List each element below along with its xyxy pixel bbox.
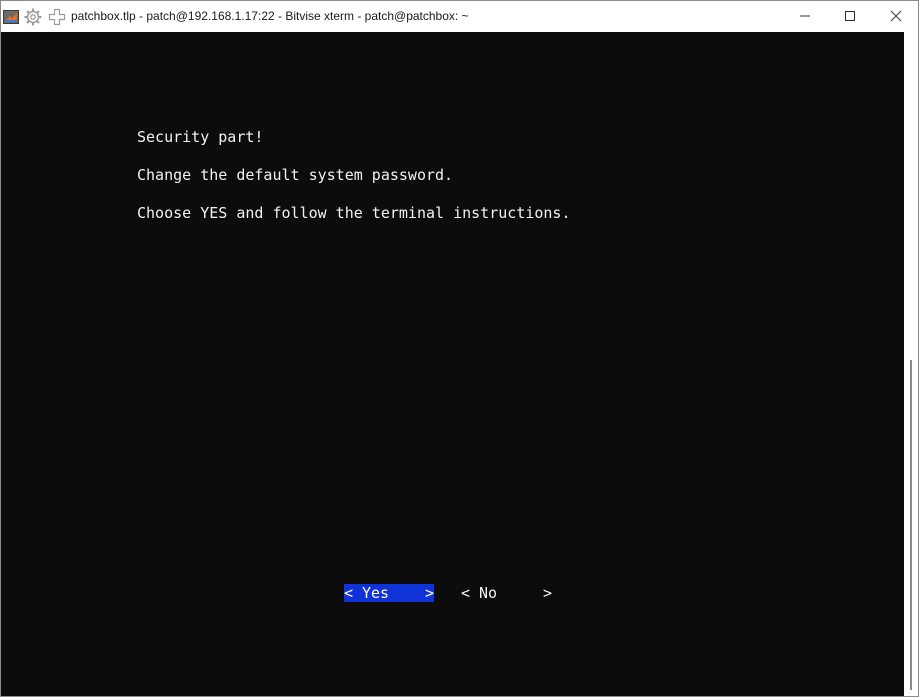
dialog-heading: Security part! <box>137 128 264 146</box>
window-title: patchbox.tlp - patch@192.168.1.17:22 - B… <box>71 9 469 23</box>
no-label: No <box>479 584 498 602</box>
plus-icon[interactable] <box>48 8 66 26</box>
minimize-icon <box>799 7 811 26</box>
terminal-window: patchbox.tlp - patch@192.168.1.17:22 - B… <box>0 0 919 697</box>
dialog-instruction: Choose YES and follow the terminal instr… <box>137 204 571 222</box>
scrollbar-thumb[interactable] <box>910 360 912 690</box>
app-icon[interactable] <box>2 8 20 26</box>
yes-open-bracket: < <box>344 584 354 602</box>
vertical-scrollbar[interactable] <box>904 32 918 696</box>
no-close-bracket: > <box>542 584 552 602</box>
title-bar[interactable]: patchbox.tlp - patch@192.168.1.17:22 - B… <box>1 1 918 32</box>
terminal-area[interactable]: Security part! Change the default system… <box>1 32 904 696</box>
no-open-bracket: < <box>461 584 471 602</box>
no-button[interactable]: < No > <box>461 584 553 602</box>
dialog-message: Change the default system password. <box>137 166 454 184</box>
yes-label: Yes <box>362 584 390 602</box>
minimize-button[interactable] <box>782 1 828 32</box>
maximize-icon <box>844 7 856 26</box>
yes-button[interactable]: < Yes > <box>344 584 434 602</box>
yes-close-bracket: > <box>424 584 434 602</box>
gear-icon[interactable] <box>24 8 42 26</box>
close-button[interactable] <box>873 1 919 32</box>
close-icon <box>890 7 902 26</box>
maximize-button[interactable] <box>827 1 873 32</box>
